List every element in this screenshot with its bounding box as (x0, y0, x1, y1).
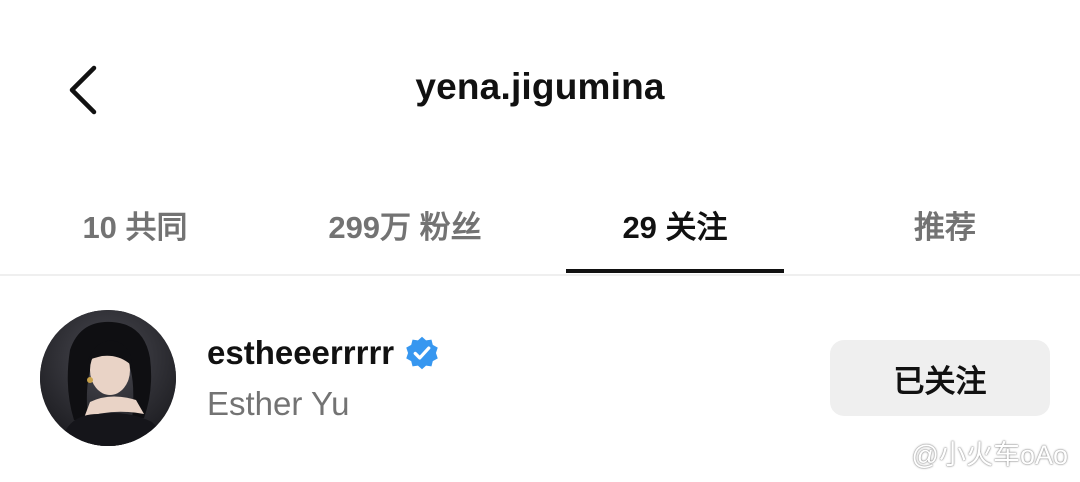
following-button[interactable]: 已关注 (830, 340, 1050, 416)
username-row: estheeerrrrr (207, 334, 440, 372)
tab-suggested[interactable]: 推荐 (860, 202, 1030, 272)
watermark: @小火车oAo (874, 433, 1068, 472)
page-title: yena.jigumina (415, 66, 665, 107)
list-item[interactable]: estheeerrrrr Esther Yu 已关注 (40, 310, 1050, 446)
tab-bar: 10 共同 299万 粉丝 29 关注 推荐 (0, 180, 1080, 276)
verified-badge-icon (406, 336, 438, 370)
tab-mutual[interactable]: 10 共同 (40, 202, 230, 272)
avatar-image (40, 310, 176, 446)
watermark-text: @小火车oAo (911, 440, 1068, 470)
tab-following[interactable]: 29 关注 (566, 202, 784, 272)
avatar[interactable] (40, 310, 176, 446)
full-name: Esther Yu (207, 385, 350, 422)
active-tab-indicator (566, 269, 784, 273)
weibo-icon (874, 441, 906, 466)
header: yena.jigumina (0, 0, 1080, 180)
tab-followers[interactable]: 299万 粉丝 (290, 202, 520, 272)
username[interactable]: estheeerrrrr (207, 334, 394, 372)
following-page: yena.jigumina 10 共同 299万 粉丝 29 关注 推荐 est… (0, 0, 1080, 482)
